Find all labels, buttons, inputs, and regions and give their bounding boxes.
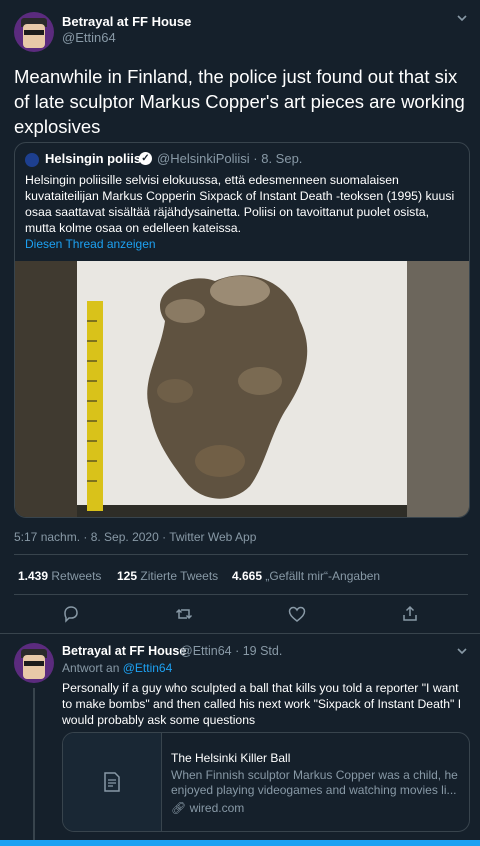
like-icon[interactable] (287, 604, 307, 624)
quote-photo[interactable] (15, 261, 469, 517)
divider (0, 633, 480, 634)
avatar-glasses (24, 661, 44, 666)
likes-label: „Gefällt mir“-Angaben (265, 569, 381, 583)
quoted-tweet[interactable]: Helsingin poliisi ✓ @HelsinkiPoliisi · 8… (14, 142, 470, 518)
document-icon (101, 771, 123, 798)
reply-to-line: Antwort an @Ettin64 (62, 661, 172, 675)
reply-to-mention[interactable]: @Ettin64 (123, 661, 173, 675)
divider (14, 554, 468, 555)
retweets-count: 1.439 (18, 569, 49, 583)
bottom-accent-bar (0, 840, 480, 846)
share-icon[interactable] (400, 604, 420, 624)
quotes-label: Zitierte Tweets (140, 569, 219, 583)
author-handle[interactable]: @Ettin64 (62, 30, 116, 45)
retweets-label: Retweets (51, 569, 102, 583)
reply-author-avatar[interactable] (14, 643, 54, 683)
card-thumbnail (63, 733, 162, 831)
police-logo-icon (25, 153, 39, 167)
card-url: 🔗︎ wired.com (171, 801, 244, 815)
card-description: When Finnish sculptor Markus Copper was … (171, 768, 458, 797)
likes-stat[interactable]: 4.665 „Gefällt mir“-Angaben (232, 569, 380, 583)
reply-icon[interactable] (61, 604, 81, 624)
link-icon: 🔗︎ (171, 801, 187, 815)
retweet-icon[interactable] (174, 604, 194, 624)
quote-author-name[interactable]: Helsingin poliisi (45, 151, 145, 166)
quote-text: Helsingin poliisille selvisi elokuussa, … (25, 173, 455, 235)
reply-author-handle[interactable]: @Ettin64 · 19 Std. (180, 644, 282, 658)
chevron-down-icon[interactable] (456, 645, 468, 660)
verified-icon: ✓ (139, 152, 152, 165)
likes-count: 4.665 (232, 569, 263, 583)
avatar-face (23, 655, 45, 679)
avatar-face (23, 24, 45, 48)
author-avatar[interactable] (14, 12, 54, 52)
quotes-count: 125 (117, 569, 138, 583)
card-title: The Helsinki Killer Ball (171, 751, 291, 765)
link-card[interactable]: The Helsinki Killer Ball When Finnish sc… (62, 732, 470, 832)
retweets-stat[interactable]: 1.439 Retweets (18, 569, 101, 583)
tweet-text: Meanwhile in Finland, the police just fo… (14, 66, 465, 137)
show-thread-link[interactable]: Diesen Thread anzeigen (25, 237, 156, 251)
chevron-down-icon[interactable] (456, 12, 468, 27)
author-name[interactable]: Betrayal at FF House (62, 14, 191, 29)
avatar-glasses (24, 30, 44, 35)
reply-to-prefix: Antwort an (62, 661, 120, 675)
reply-author-name[interactable]: Betrayal at FF House (62, 644, 186, 658)
card-url-text: wired.com (189, 801, 245, 815)
quote-author-handle[interactable]: @HelsinkiPoliisi · 8. Sep. (157, 151, 302, 166)
divider (14, 594, 468, 595)
tweet-timestamp[interactable]: 5:17 nachm. · 8. Sep. 2020 · Twitter Web… (14, 530, 256, 544)
reply-text: Personally if a guy who sculpted a ball … (62, 681, 462, 727)
quotes-stat[interactable]: 125 Zitierte Tweets (117, 569, 218, 583)
thread-line (33, 688, 35, 846)
